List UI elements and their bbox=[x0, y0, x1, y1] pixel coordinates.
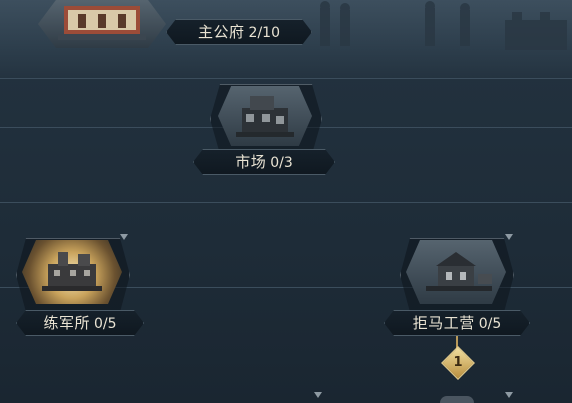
barricade-workshop-name: 拒马工营 bbox=[412, 314, 475, 332]
barricade-workshop-building-image bbox=[426, 252, 492, 291]
market-count: 0/3 bbox=[270, 155, 293, 171]
market-label[interactable]: 市场 0/3 bbox=[193, 149, 335, 175]
main-hall-count: 2/10 bbox=[248, 25, 280, 41]
training-camp-count: 0/5 bbox=[93, 316, 117, 332]
build-menu-screen: 主公府 2/10 市场 0/3 练军所 0/5 拒马工营 0/5 1 bbox=[0, 0, 572, 403]
training-camp-building[interactable] bbox=[22, 240, 122, 304]
row-divider bbox=[0, 78, 572, 79]
main-hall-name: 主公府 bbox=[198, 23, 245, 41]
lock-marker-icon bbox=[120, 234, 128, 240]
soldiers-silhouette-image bbox=[320, 1, 567, 50]
unlock-level-number: 1 bbox=[453, 355, 463, 370]
unlock-level-badge[interactable]: 1 bbox=[441, 346, 475, 380]
market-building-image bbox=[236, 96, 294, 137]
main-hall-building[interactable] bbox=[38, 0, 166, 48]
training-camp-building-image bbox=[42, 252, 102, 291]
lock-marker-icon bbox=[314, 392, 322, 398]
main-hall-building-image bbox=[58, 6, 146, 40]
barricade-workshop-building[interactable] bbox=[406, 240, 506, 304]
main-hall-label[interactable]: 主公府 2/10 bbox=[166, 19, 312, 45]
market-building[interactable] bbox=[218, 86, 312, 146]
lock-marker-icon bbox=[505, 234, 513, 240]
next-building-preview bbox=[440, 396, 474, 403]
lock-marker-icon bbox=[505, 392, 513, 398]
training-camp-name: 练军所 bbox=[43, 314, 90, 332]
training-camp-label[interactable]: 练军所 0/5 bbox=[16, 310, 144, 336]
row-divider bbox=[0, 202, 572, 203]
barricade-workshop-label[interactable]: 拒马工营 0/5 bbox=[384, 310, 530, 336]
barricade-workshop-count: 0/5 bbox=[478, 316, 502, 332]
market-name: 市场 bbox=[235, 153, 267, 171]
